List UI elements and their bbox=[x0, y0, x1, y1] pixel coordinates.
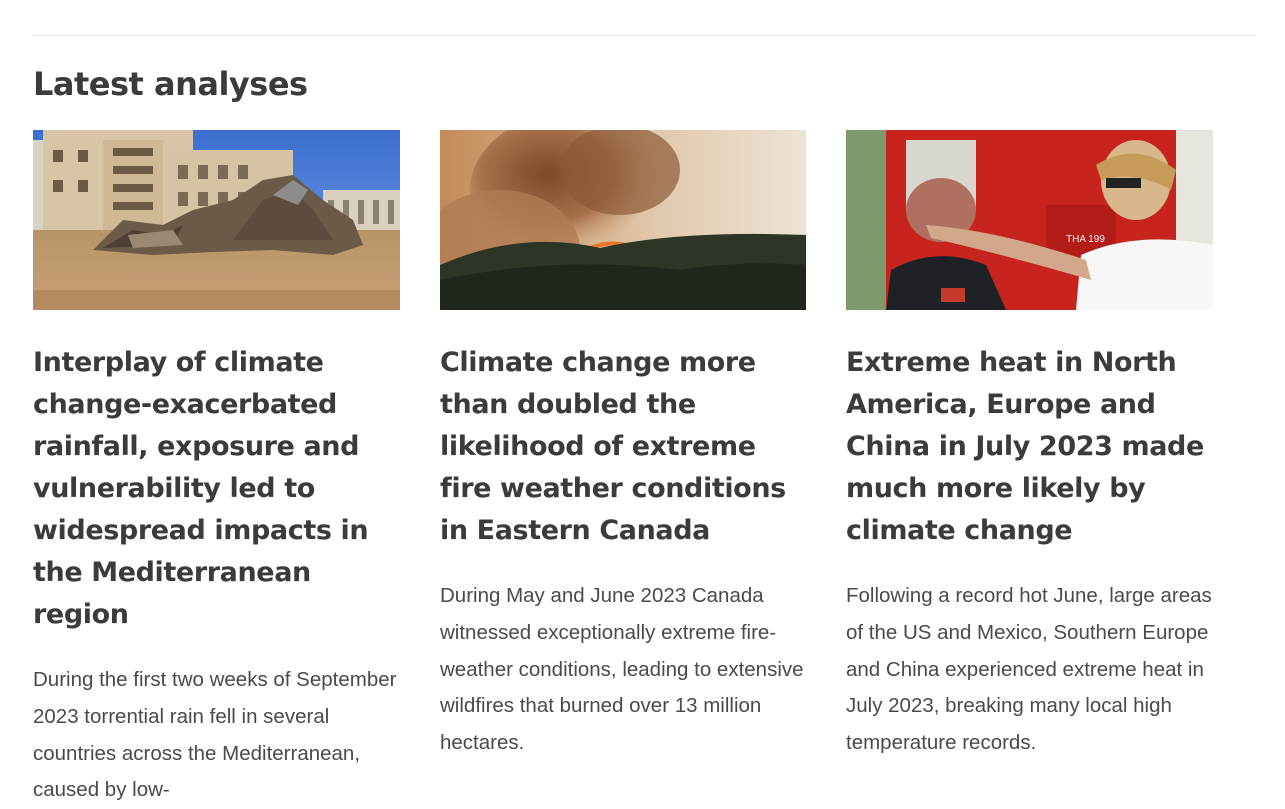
card-title-link[interactable]: Extreme heat in North America, Europe an… bbox=[846, 342, 1213, 552]
wildfire-smoke-photo bbox=[440, 130, 806, 310]
top-divider bbox=[33, 35, 1254, 36]
card-image-link[interactable] bbox=[440, 130, 807, 310]
flood-debris-photo bbox=[33, 130, 400, 310]
svg-text:THA 199: THA 199 bbox=[1066, 234, 1105, 245]
card-excerpt: During the first two weeks of September … bbox=[33, 668, 397, 802]
analysis-card: THA 199 Extreme heat in North America, E… bbox=[846, 130, 1213, 762]
card-image-link[interactable] bbox=[33, 130, 400, 310]
card-excerpt: During May and June 2023 Canada witnesse… bbox=[440, 584, 804, 755]
card-image-link[interactable]: THA 199 bbox=[846, 130, 1213, 310]
firefighter-heat-photo: THA 199 bbox=[846, 130, 1213, 310]
card-title-link[interactable]: Climate change more than doubled the lik… bbox=[440, 342, 807, 552]
section-title: Latest analyses bbox=[33, 65, 308, 103]
analysis-card: Climate change more than doubled the lik… bbox=[440, 130, 807, 762]
analysis-card: Interplay of climate change-exacerbated … bbox=[33, 130, 400, 809]
card-title-link[interactable]: Interplay of climate change-exacerbated … bbox=[33, 342, 400, 636]
card-excerpt: Following a record hot June, large areas… bbox=[846, 584, 1212, 755]
